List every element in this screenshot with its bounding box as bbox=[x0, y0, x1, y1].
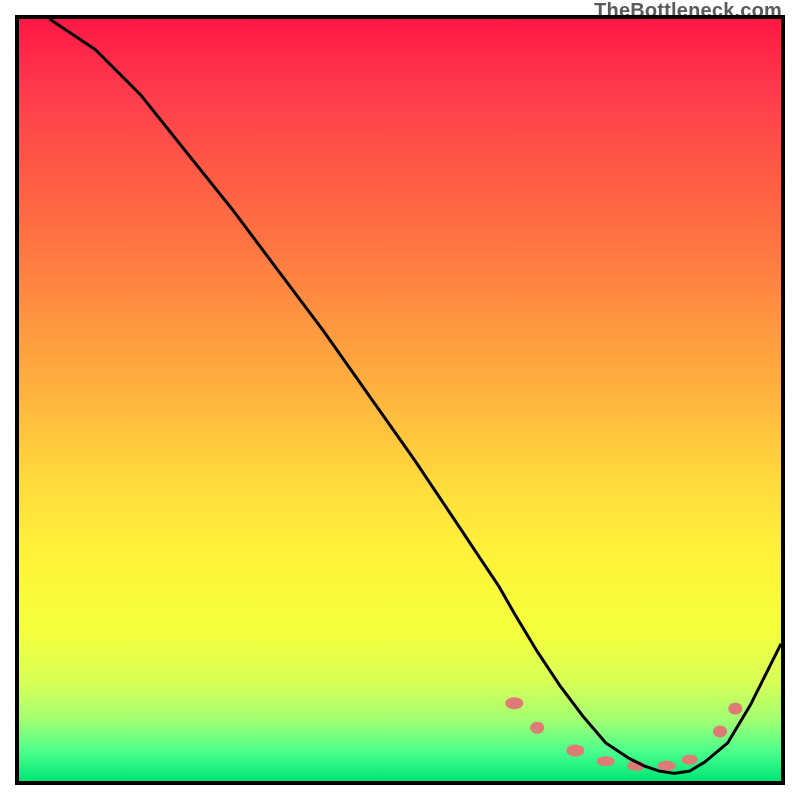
curve-marker bbox=[658, 761, 676, 771]
curve-marker bbox=[682, 755, 698, 765]
curve-marker bbox=[505, 697, 523, 709]
bottleneck-curve bbox=[50, 19, 782, 773]
chart-svg bbox=[19, 19, 781, 781]
chart-stage: TheBottleneck.com bbox=[0, 0, 800, 800]
curve-marker bbox=[728, 703, 742, 715]
plot-area bbox=[15, 15, 785, 785]
curve-marker bbox=[530, 722, 544, 734]
curve-marker bbox=[597, 756, 615, 766]
curve-marker bbox=[566, 745, 584, 757]
curve-marker bbox=[713, 726, 727, 738]
